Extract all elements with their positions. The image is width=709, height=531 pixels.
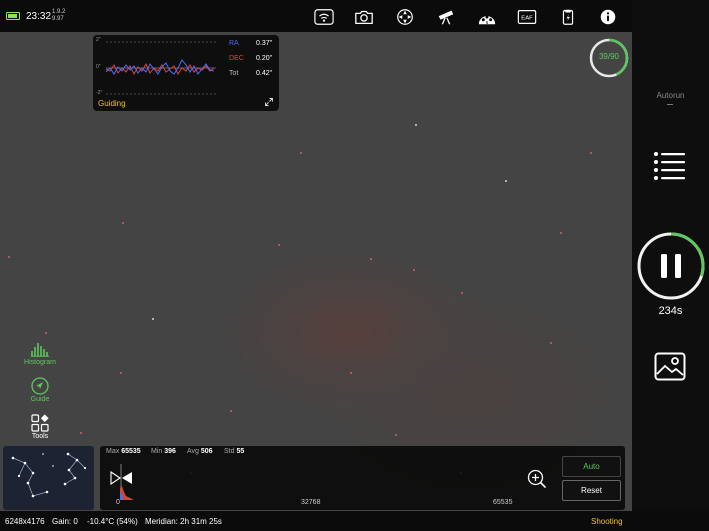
eaf-icon[interactable]: EAF (516, 7, 538, 27)
clock: 23:32 (26, 11, 52, 22)
mount-icon[interactable] (394, 7, 416, 27)
histogram-label: Histogram (24, 359, 56, 366)
version-info: 1.9.2 9.97 (52, 9, 66, 22)
expand-icon[interactable] (265, 98, 273, 106)
tools-label: Tools (31, 433, 49, 440)
axis-end: 65535 (493, 499, 513, 506)
axis-start: 0 (116, 499, 120, 506)
camera-icon[interactable] (353, 7, 375, 27)
zoom-in-icon[interactable] (527, 469, 547, 489)
ra-value: 0.37" (256, 40, 273, 47)
guide-axis-top: 2" (96, 37, 101, 43)
stretch-slider[interactable] (108, 464, 148, 500)
pause-icon (661, 254, 667, 278)
capture-counter: 39/90 (598, 52, 620, 61)
battery-icon (6, 12, 20, 20)
autorun-label[interactable]: Autorun (632, 91, 709, 100)
axis-mid: 32768 (301, 499, 321, 506)
stat-max: Max 65535 (106, 448, 141, 455)
guiding-title: Guiding (98, 99, 126, 108)
wifi-icon[interactable] (313, 7, 335, 27)
autorun-indicator (667, 104, 673, 105)
tools-tool[interactable]: Tools (20, 414, 60, 440)
guiding-panel[interactable]: 2" 0" -2" RA 0.37" DEC 0.20" Tot 0.42" G… (93, 35, 279, 111)
constellation-map-icon (11, 452, 87, 498)
pause-button[interactable] (636, 231, 706, 301)
auto-stretch-button[interactable]: Auto (562, 456, 621, 477)
stat-min: Min 396 (151, 448, 176, 455)
shooting-status: Shooting (591, 517, 623, 526)
guide-label: Guide (30, 396, 50, 403)
tot-value: 0.42" (256, 70, 273, 77)
tools-icon (31, 414, 49, 432)
guiding-graph (105, 41, 216, 95)
storage-icon[interactable] (557, 7, 579, 27)
stat-std: Std 55 (224, 448, 245, 455)
guide-tool[interactable]: Guide (20, 377, 60, 403)
stat-avg: Avg 506 (187, 448, 213, 455)
exposure-timer: 234s (658, 305, 683, 317)
dec-value: 0.20" (256, 55, 273, 62)
histogram-icon (31, 343, 49, 357)
info-icon[interactable] (597, 7, 619, 27)
tot-label: Tot (229, 70, 239, 77)
guide-axis-mid: 0" (96, 64, 101, 70)
temperature-text: -10.4°C (54%) (87, 517, 138, 526)
guide-axis-bottom: -2" (96, 90, 103, 96)
meridian-text: Meridian: 2h 31m 25s (145, 517, 222, 526)
list-menu-icon[interactable] (653, 150, 687, 180)
resolution-text: 6248x4176 (5, 517, 45, 526)
svg-text:EAF: EAF (521, 15, 533, 21)
dec-label: DEC (229, 55, 244, 62)
gain-text: Gain: 0 (52, 517, 78, 526)
gallery-icon[interactable] (654, 352, 686, 382)
ra-label: RA (229, 40, 239, 47)
histogram-panel: Max 65535 Min 396 Avg 506 Std 55 0 32768… (100, 446, 625, 510)
histogram-tool[interactable]: Histogram (20, 341, 60, 366)
top-status-bar: 23:32 1.9.2 9.97 6 EAF (0, 0, 632, 32)
filter-wheel-icon[interactable]: 6 (476, 7, 498, 27)
sky-minimap[interactable] (3, 446, 94, 510)
telescope-icon[interactable] (435, 7, 457, 27)
reset-stretch-button[interactable]: Reset (562, 480, 621, 501)
guide-icon (31, 377, 49, 395)
